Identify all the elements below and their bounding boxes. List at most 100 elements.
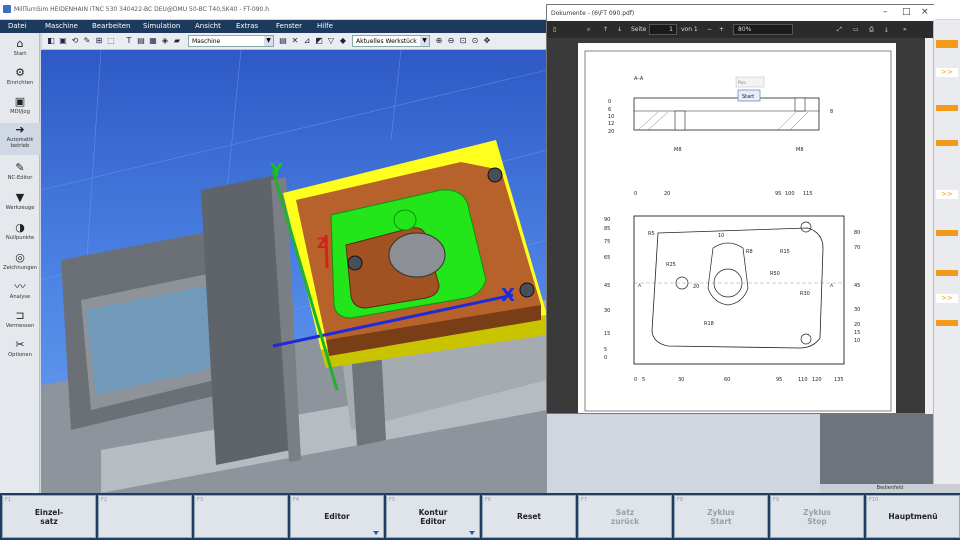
sidebar-item-optionen[interactable]: ✂ Optionen <box>0 338 40 358</box>
softkey-label <box>99 496 191 537</box>
dim-label: 5 <box>604 347 607 353</box>
axes-icon[interactable]: ✕ <box>290 36 300 46</box>
sidebar-item-vermessen[interactable]: ⊐ Vermessen <box>0 309 40 329</box>
submenu-indicator-icon <box>373 531 379 535</box>
menu-datei[interactable]: Datei <box>8 22 27 30</box>
search-icon[interactable]: ⌕ <box>587 26 590 34</box>
fullscreen-icon[interactable]: ⤢ <box>837 26 842 34</box>
pan-icon[interactable]: ✥ <box>482 36 492 46</box>
sidebar-item-automatik[interactable]: ➜ Automatik betrieb <box>0 123 40 155</box>
export-icon[interactable]: ▤ <box>278 36 288 46</box>
zoom-out-button[interactable]: − <box>707 26 712 33</box>
sidebar-item-start[interactable]: ⌂ Start <box>0 37 40 57</box>
zoom-in-icon[interactable]: ⊕ <box>434 36 444 46</box>
view-iso-icon[interactable]: ◧ <box>46 36 56 46</box>
sidebar-item-analyse[interactable]: 〰 Analyse <box>0 280 40 300</box>
hole <box>487 167 503 183</box>
view-combo[interactable]: Maschine ▼ <box>188 35 274 47</box>
cube-icon[interactable]: ◈ <box>160 36 170 46</box>
zoom-window-icon[interactable]: ⊡ <box>458 36 468 46</box>
softkey-f2[interactable]: F2 <box>98 495 192 538</box>
filter-icon[interactable]: ▽ <box>326 36 336 46</box>
softkey-f4[interactable]: F4 Editor <box>290 495 384 538</box>
panel-indicator[interactable] <box>936 230 958 236</box>
sidebar-item-werkzeuge[interactable]: ▼ Werkzeuge <box>0 191 40 211</box>
panel-indicator[interactable] <box>936 270 958 276</box>
workpiece-combo[interactable]: Aktuelles Werkstück ▼ <box>352 35 430 47</box>
menu-extras[interactable]: Extras <box>236 22 258 30</box>
softkey-f5[interactable]: F5 Kontur Editor <box>386 495 480 538</box>
softkey-f7[interactable]: F7 Satz zurück <box>578 495 672 538</box>
panel-indicator[interactable] <box>936 140 958 146</box>
softkey-f8[interactable]: F8 Zyklus Start <box>674 495 768 538</box>
chevron-down-icon[interactable]: ▼ <box>264 36 273 46</box>
panel-icon[interactable]: ▤ <box>136 36 146 46</box>
expand-arrow-icon[interactable]: >> <box>936 294 958 303</box>
sidebar-item-nullpunkte[interactable]: ◑ Nullpunkte <box>0 221 40 241</box>
menu-maschine[interactable]: Maschine <box>45 22 78 30</box>
sidebar-item-zeichnungen[interactable]: ◎ Zeichnungen <box>0 251 40 271</box>
dim-label: 15 <box>604 331 610 337</box>
panel-indicator[interactable] <box>936 320 958 326</box>
simulation-viewport[interactable]: X Y Z <box>41 50 547 493</box>
zoom-fit-icon[interactable]: ⬚ <box>106 36 116 46</box>
layers-icon[interactable]: ▦ <box>148 36 158 46</box>
view-front-icon[interactable]: ▣ <box>58 36 68 46</box>
zoom-out-icon[interactable]: ⊖ <box>446 36 456 46</box>
thread-callout: M8 <box>796 147 804 153</box>
expand-arrow-icon[interactable]: >> <box>936 68 958 77</box>
save-icon[interactable]: ▭ <box>853 26 859 33</box>
measure-icon[interactable]: ✎ <box>82 36 92 46</box>
folder-icon[interactable]: ▰ <box>172 36 182 46</box>
dim-label: 60 <box>724 377 730 383</box>
menu-fenster[interactable]: Fenster <box>276 22 302 30</box>
rotate-icon[interactable]: ⟲ <box>70 36 80 46</box>
sidebar-toggle-icon[interactable]: ▯ <box>553 26 556 33</box>
sidebar-item-label: Vermessen <box>5 323 35 329</box>
section-icon[interactable]: ◩ <box>314 36 324 46</box>
close-icon[interactable]: × <box>921 8 929 17</box>
softkey-f1[interactable]: F1 Einzel- satz <box>2 495 96 538</box>
dim-label: 0 <box>608 99 611 105</box>
download-icon[interactable]: ⤓ <box>885 26 888 34</box>
page-input[interactable]: 1 <box>649 24 677 35</box>
solid-icon[interactable]: ◆ <box>338 36 348 46</box>
background-panel <box>820 414 933 484</box>
minimize-icon[interactable]: – <box>883 8 888 17</box>
text-icon[interactable]: T <box>124 36 134 46</box>
menu-hilfe[interactable]: Hilfe <box>317 22 333 30</box>
measure-icon: ⊐ <box>15 309 25 322</box>
zoom-select[interactable]: 80% <box>733 24 793 35</box>
grid-icon[interactable]: ⊞ <box>94 36 104 46</box>
sidebar-item-mdi-jog[interactable]: ▣ MDI/Jog <box>0 95 40 115</box>
right-panel: >> >> >> <box>933 20 960 493</box>
arrow-up-icon[interactable]: ↑ <box>603 26 608 33</box>
print-icon[interactable]: ⎙ <box>869 26 874 34</box>
softkey-f10[interactable]: F10 Hauptmenü <box>866 495 960 538</box>
panel-indicator[interactable] <box>936 40 958 48</box>
analysis-icon: 〰 <box>14 280 26 293</box>
expand-arrow-icon[interactable]: >> <box>936 190 958 199</box>
sidebar-item-nc-editor[interactable]: ✎ NC-Editor <box>0 161 40 181</box>
arrow-down-icon[interactable]: ↓ <box>617 26 622 33</box>
measure-tool-icon[interactable]: ⊿ <box>302 36 312 46</box>
sidebar-item-einrichten[interactable]: ⚙ Einrichten <box>0 66 40 86</box>
more-icon[interactable]: » <box>903 26 907 33</box>
pdf-page: A–A 0 6 10 12 20 8 M8 M8 Pos. Start A A … <box>578 43 896 413</box>
softkey-f6[interactable]: F6 Reset <box>482 495 576 538</box>
zoom-all-icon[interactable]: ⊙ <box>470 36 480 46</box>
panel-indicator[interactable] <box>936 105 958 111</box>
bedienfeld-label[interactable]: Bedienfeld <box>820 484 960 493</box>
zoom-in-button[interactable]: + <box>719 26 724 33</box>
chevron-down-icon[interactable]: ▼ <box>420 36 429 46</box>
maximize-icon[interactable]: □ <box>902 8 911 17</box>
dim-label: 12 <box>608 121 614 127</box>
softkey-f3[interactable]: F3 <box>194 495 288 538</box>
softkey-f9[interactable]: F9 Zyklus Stop <box>770 495 864 538</box>
plan-view <box>633 215 845 365</box>
menu-ansicht[interactable]: Ansicht <box>195 22 221 30</box>
menu-simulation[interactable]: Simulation <box>143 22 180 30</box>
section-mark: A <box>638 283 642 289</box>
popup-field[interactable]: Pos. <box>738 80 747 86</box>
menu-bearbeiten[interactable]: Bearbeiten <box>92 22 130 30</box>
